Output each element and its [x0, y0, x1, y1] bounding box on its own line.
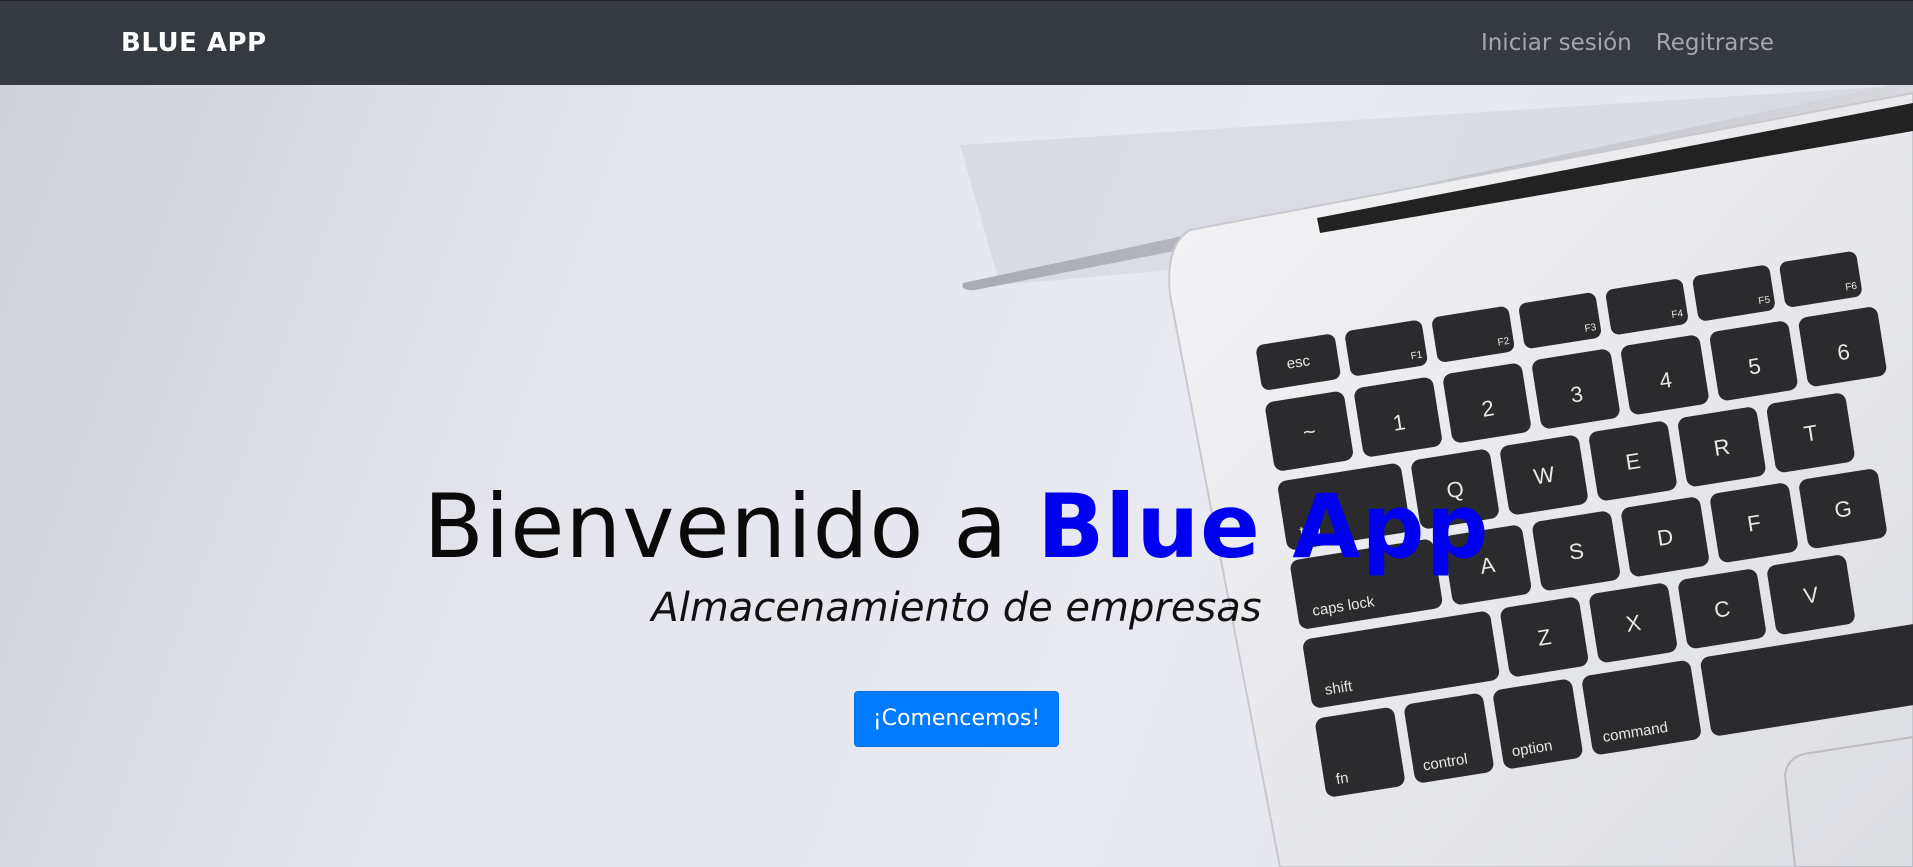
brand-logo[interactable]: BLUE APP: [121, 26, 267, 60]
svg-text:F5: F5: [1758, 294, 1772, 307]
register-link[interactable]: Regitrarse: [1656, 26, 1774, 60]
hero-title-prefix: Bienvenido a: [423, 475, 1038, 578]
login-link[interactable]: Iniciar sesión: [1481, 26, 1632, 60]
hero-section: esc F1 F2 F3 F4 F5 F6 ~ 1 2 3 4 5 6 tab …: [0, 85, 1913, 867]
svg-text:F6: F6: [1845, 281, 1859, 294]
svg-text:F2: F2: [1497, 336, 1511, 349]
nav-links: Iniciar sesión Regitrarse: [1481, 26, 1774, 60]
svg-text:F1: F1: [1410, 350, 1424, 363]
get-started-button[interactable]: ¡Comencemos!: [853, 691, 1060, 747]
svg-text:F4: F4: [1671, 308, 1685, 321]
navbar: BLUE APP Iniciar sesión Regitrarse: [0, 0, 1913, 85]
hero-title-accent: Blue App: [1037, 475, 1490, 578]
hero-title: Bienvenido a Blue App: [0, 475, 1913, 579]
hero-content: Bienvenido a Blue App Almacenamiento de …: [0, 475, 1913, 747]
hero-subtitle: Almacenamiento de empresas: [651, 585, 1262, 631]
svg-text:fn: fn: [1335, 769, 1350, 788]
svg-text:F3: F3: [1584, 322, 1598, 335]
